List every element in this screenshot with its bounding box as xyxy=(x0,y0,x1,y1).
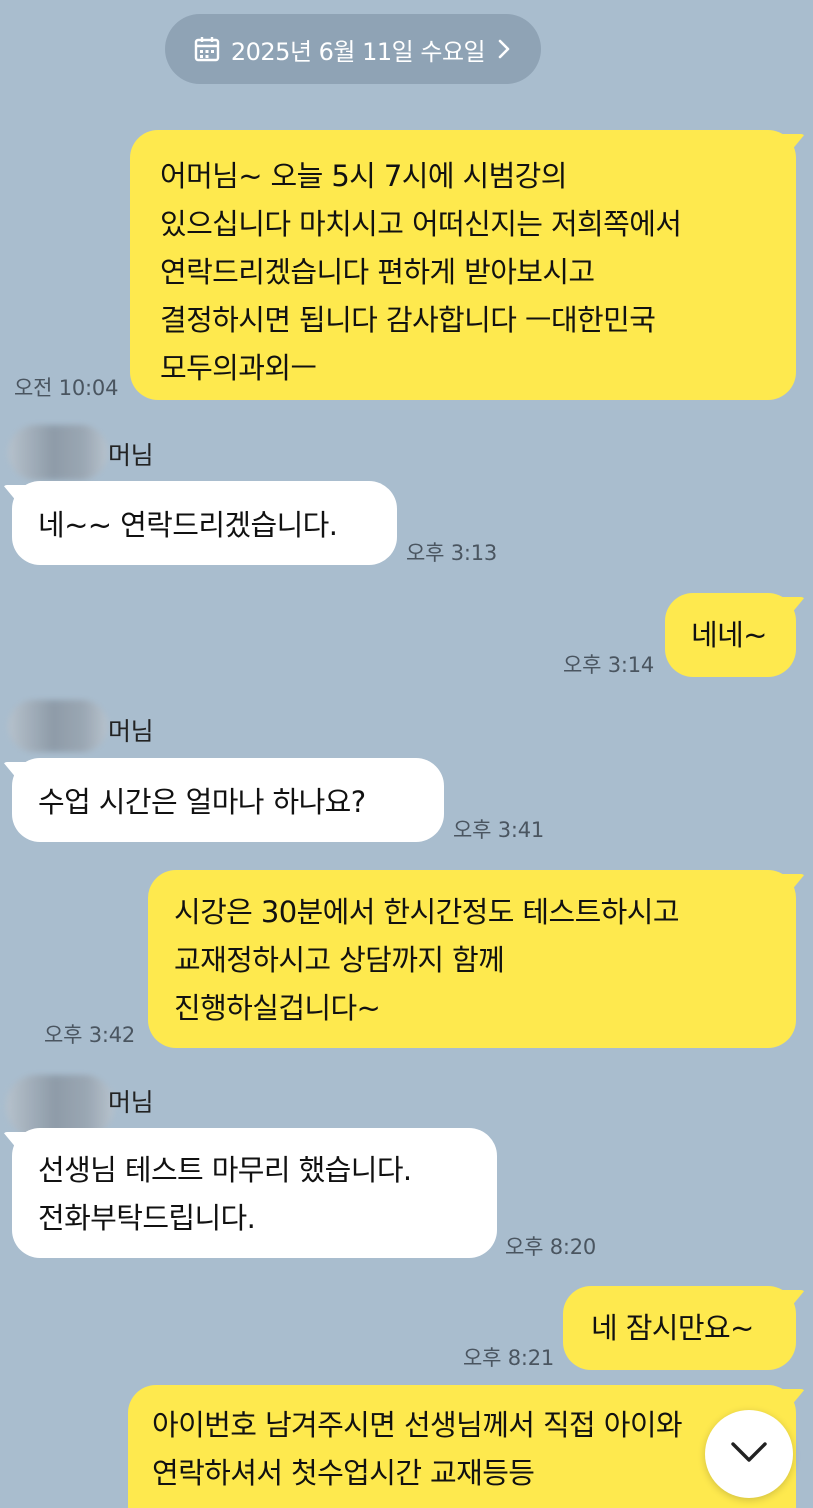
their-message-bubble[interactable]: 선생님 테스트 마무리 했습니다. 전화부탁드립니다. xyxy=(12,1128,497,1258)
message-time: 오후 8:20 xyxy=(505,1235,597,1259)
my-message-bubble[interactable]: 네 잠시만요~ xyxy=(563,1286,796,1370)
calendar-icon xyxy=(193,35,221,63)
message-time: 오후 3:13 xyxy=(406,541,498,565)
my-message-bubble[interactable]: 어머님~ 오늘 5시 7시에 시범강의 있으십니다 마치시고 어떠신지는 저희쪽… xyxy=(130,130,796,400)
message-time: 오후 3:41 xyxy=(453,818,545,842)
my-message-bubble[interactable]: 시강은 30분에서 한시간정도 테스트하시고 교재정하시고 상담까지 함께 진행… xyxy=(148,870,796,1048)
sender-name: 머님 xyxy=(108,717,154,746)
date-header[interactable]: 2025년 6월 11일 수요일 xyxy=(165,14,541,84)
message-time: 오후 3:42 xyxy=(44,1023,136,1047)
date-label: 2025년 6월 11일 수요일 xyxy=(230,37,486,66)
my-message-bubble[interactable]: 아이번호 남겨주시면 선생님께서 직접 아이와 연락하셔서 첫수업시간 교재등등 xyxy=(128,1385,796,1508)
my-message-bubble[interactable]: 네네~ xyxy=(665,593,796,677)
chevron-down-icon xyxy=(729,1440,769,1468)
blurred-sender-avatar xyxy=(8,425,108,480)
sender-name: 머님 xyxy=(108,1088,154,1117)
chat-screen: 2025년 6월 11일 수요일 어머님~ 오늘 5시 7시에 시범강의 있으십… xyxy=(0,0,813,1508)
scroll-to-bottom-button[interactable] xyxy=(705,1410,793,1498)
message-time: 오후 3:14 xyxy=(563,653,655,677)
their-message-bubble[interactable]: 수업 시간은 얼마나 하나요? xyxy=(12,758,444,842)
message-time: 오후 8:21 xyxy=(463,1346,555,1370)
message-time: 오전 10:04 xyxy=(14,376,119,400)
blurred-sender-avatar xyxy=(8,700,108,752)
sender-name: 머님 xyxy=(108,441,154,470)
their-message-bubble[interactable]: 네~~ 연락드리겠습니다. xyxy=(12,481,397,565)
chevron-right-icon xyxy=(495,38,513,60)
